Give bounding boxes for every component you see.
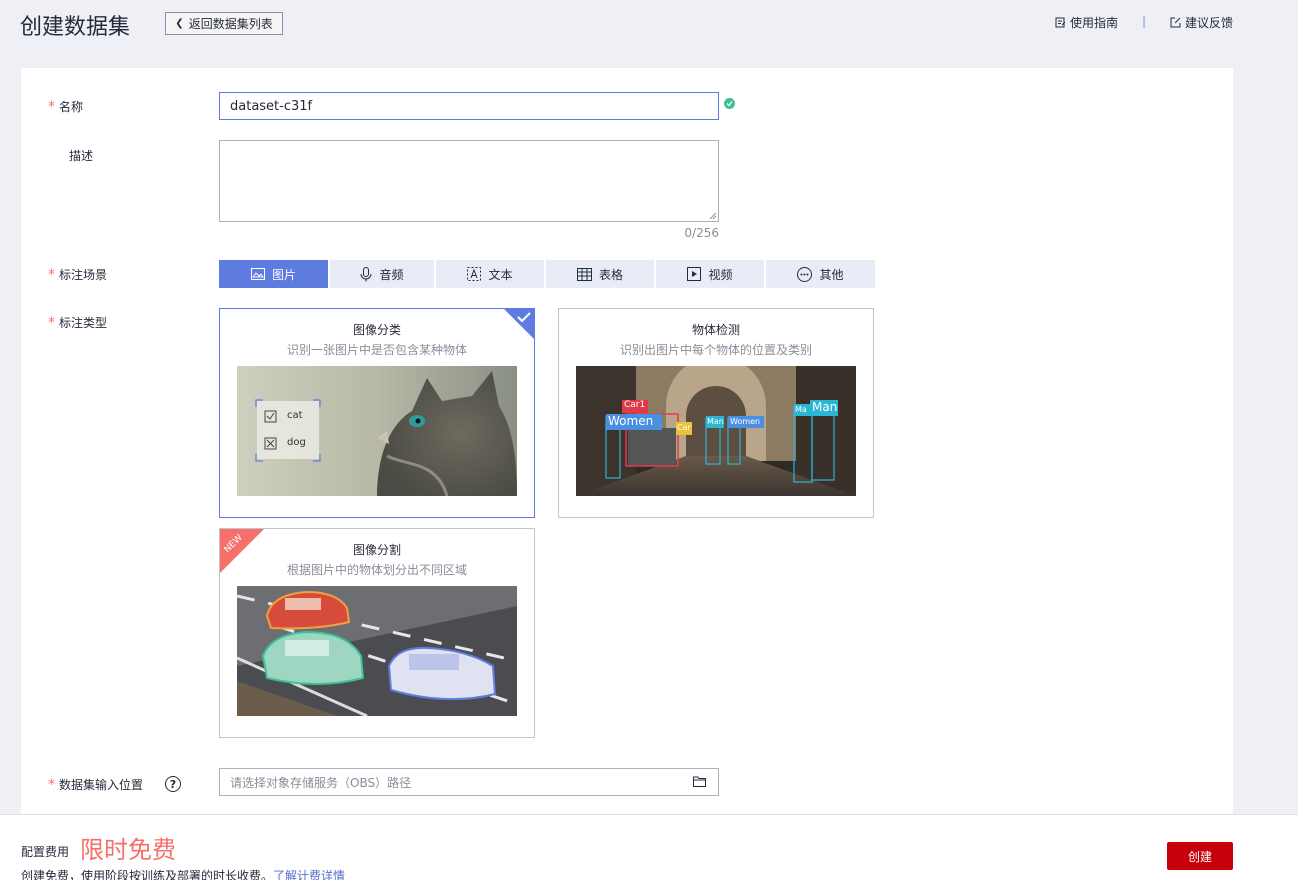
required-mark: *	[48, 99, 55, 115]
card-description: 识别出图片中每个物体的位置及类别	[619, 343, 812, 357]
tab-text[interactable]: 文本	[436, 260, 544, 288]
help-icon[interactable]: ?	[165, 776, 181, 792]
tab-other[interactable]: 其他	[766, 260, 875, 288]
card-title: 物体检测	[691, 323, 740, 337]
resize-handle-icon[interactable]	[709, 212, 717, 220]
image-icon	[250, 268, 265, 280]
video-icon	[687, 267, 702, 281]
card-object-detection[interactable]: 物体检测 识别出图片中每个物体的位置及类别 Car1 Women Car Man…	[558, 308, 874, 518]
footer-bar: 配置费用 限时免费 创建免费，使用阶段按训练及部署的时长收费。了解计费详情 创建	[0, 814, 1298, 880]
tab-image[interactable]: 图片	[219, 260, 328, 288]
annotation-type-label: * 标注类型	[48, 315, 108, 331]
detection-preview-image: Car1 Women Car Man Women Ma Man	[576, 366, 856, 496]
segmentation-preview-image	[237, 586, 517, 716]
usage-guide-link[interactable]: 使用指南	[1055, 14, 1118, 31]
name-label: * 名称	[48, 99, 84, 115]
name-input[interactable]: dataset-c31f	[219, 92, 719, 120]
microphone-icon	[360, 266, 372, 281]
car-label: Car	[677, 423, 691, 432]
scene-label: * 标注场景	[48, 267, 108, 283]
billing-details-link[interactable]: 了解计费详情	[273, 869, 345, 880]
back-button-label: 返回数据集列表	[188, 17, 273, 31]
create-button[interactable]: 创建	[1167, 842, 1233, 870]
back-to-list-button[interactable]: ❮ 返回数据集列表	[165, 12, 283, 35]
tab-table[interactable]: 表格	[546, 260, 654, 288]
header-separator: |	[1142, 14, 1147, 28]
scene-tabs: 图片 音频 文本 表格 视频 其他	[219, 260, 877, 288]
guide-icon	[1055, 17, 1066, 28]
usage-guide-label: 使用指南	[1070, 16, 1119, 30]
feedback-label: 建议反馈	[1185, 16, 1234, 30]
page-title: 创建数据集	[20, 15, 131, 40]
input-location-label: * 数据集输入位置	[48, 777, 144, 793]
car1-label: Car1	[624, 400, 646, 410]
tab-audio[interactable]: 音频	[330, 260, 434, 288]
card-description: 根据图片中的物体划分出不同区域	[286, 563, 467, 577]
fee-note: 创建免费，使用阶段按训练及部署的时长收费。了解计费详情	[21, 867, 345, 880]
card-description: 识别一张图片中是否包含某种物体	[286, 343, 467, 357]
card-image-classification[interactable]: 图像分类 识别一张图片中是否包含某种物体 cat dog	[219, 308, 535, 518]
card-image-segmentation[interactable]: 图像分割 根据图片中的物体划分出不同区域 NEW	[219, 528, 535, 738]
ma-label: Ma	[795, 405, 807, 414]
cat-label: cat	[287, 410, 303, 421]
text-icon	[467, 267, 482, 281]
description-counter: 0/256	[684, 226, 719, 240]
valid-check-icon	[724, 98, 735, 109]
edit-icon	[1170, 17, 1181, 28]
table-icon	[576, 267, 592, 281]
description-label: 描述	[69, 149, 94, 163]
dog-label: dog	[287, 437, 306, 448]
fee-label: 配置费用	[21, 845, 70, 859]
description-textarea[interactable]	[219, 140, 719, 222]
women-label: Women	[608, 414, 654, 428]
women-label-2: Women	[730, 417, 761, 426]
card-title: 图像分类	[352, 323, 401, 337]
classification-preview-image: cat dog	[237, 366, 517, 496]
folder-icon[interactable]	[693, 776, 706, 787]
tab-video[interactable]: 视频	[656, 260, 764, 288]
man-label-2: Man	[812, 400, 838, 414]
more-icon	[797, 266, 813, 282]
fee-value: 限时免费	[80, 836, 176, 864]
man-label: Man	[707, 417, 724, 426]
obs-path-placeholder: 请选择对象存储服务（OBS）路径	[230, 775, 412, 790]
feedback-link[interactable]: 建议反馈	[1170, 14, 1233, 31]
card-title: 图像分割	[352, 543, 401, 557]
obs-path-input[interactable]: 请选择对象存储服务（OBS）路径	[219, 768, 719, 796]
selected-check-icon	[504, 309, 534, 339]
chevron-left-icon: ❮	[175, 18, 184, 29]
